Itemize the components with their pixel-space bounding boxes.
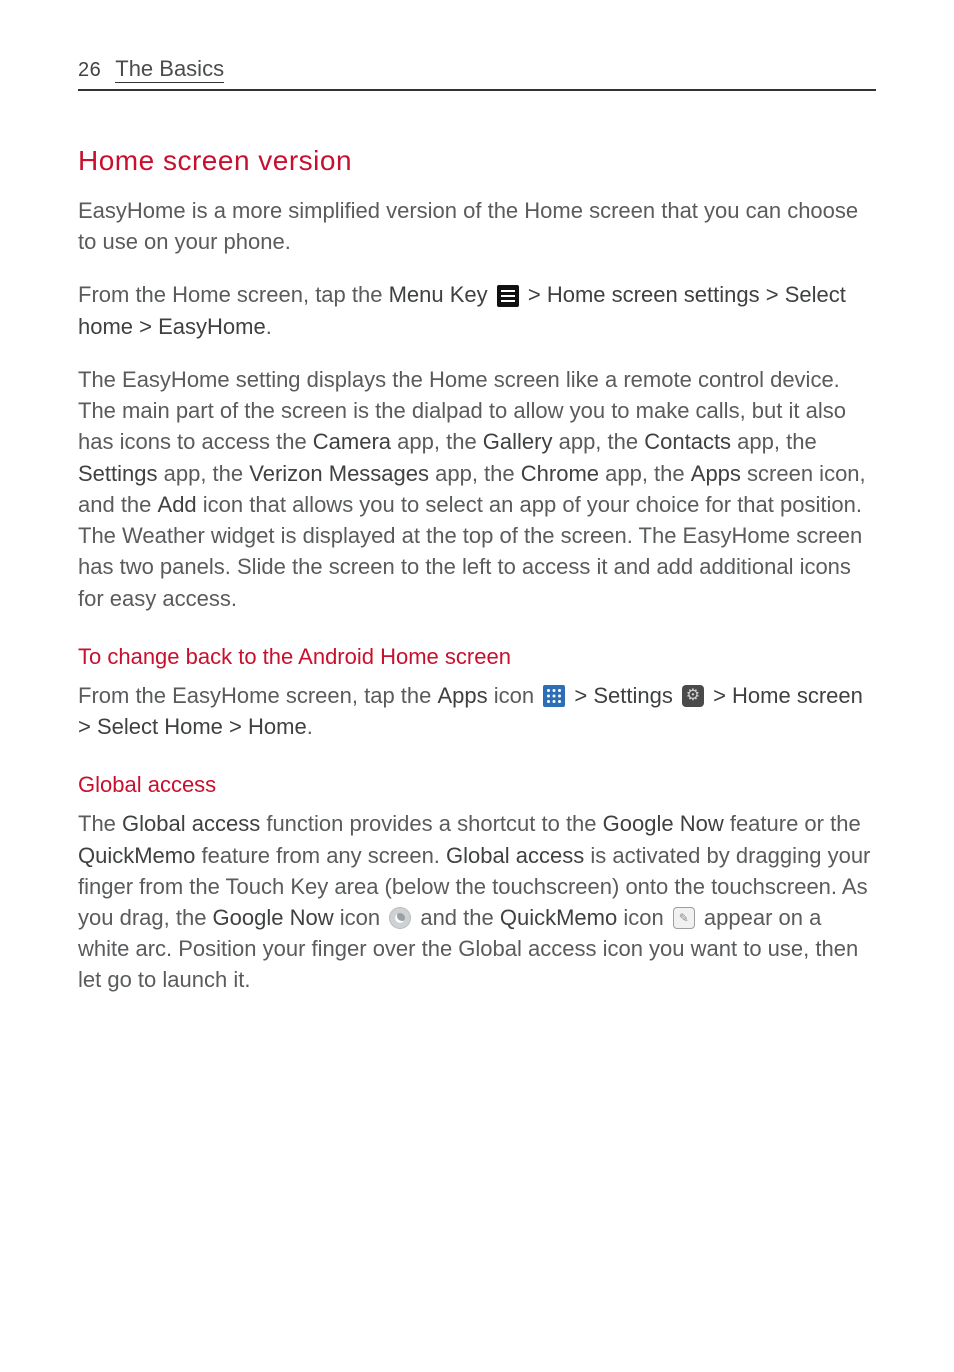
text: The bbox=[78, 811, 122, 836]
contacts-app-label: Contacts bbox=[644, 429, 731, 454]
settings-label: Settings bbox=[593, 683, 673, 708]
page-number: 26 bbox=[78, 59, 101, 82]
paragraph-navigation-to-easyhome: From the Home screen, tap the Menu Key >… bbox=[78, 279, 876, 341]
quickmemo-icon bbox=[673, 907, 695, 929]
text: function provides a shortcut to the bbox=[260, 811, 602, 836]
text: > bbox=[568, 683, 593, 708]
gallery-app-label: Gallery bbox=[483, 429, 553, 454]
apps-icon bbox=[543, 685, 565, 707]
text: > bbox=[707, 683, 732, 708]
text: From the EasyHome screen, tap the bbox=[78, 683, 438, 708]
settings-icon bbox=[682, 685, 704, 707]
global-access-label: Global access bbox=[122, 811, 260, 836]
google-now-icon bbox=[389, 907, 411, 929]
text: app, the bbox=[158, 461, 250, 486]
apps-label: Apps bbox=[438, 683, 488, 708]
heading-change-back-android: To change back to the Android Home scree… bbox=[78, 644, 876, 670]
global-access-label: Global access bbox=[446, 843, 584, 868]
home-label: Home bbox=[248, 714, 307, 739]
home-screen-settings-label: Home screen settings bbox=[547, 282, 760, 307]
text: app, the bbox=[429, 461, 521, 486]
text: . bbox=[307, 714, 313, 739]
camera-app-label: Camera bbox=[313, 429, 391, 454]
apps-screen-label: Apps bbox=[691, 461, 741, 486]
text: feature or the bbox=[724, 811, 861, 836]
text: > bbox=[522, 282, 547, 307]
paragraph-easyhome-description: The EasyHome setting displays the Home s… bbox=[78, 364, 876, 614]
text: feature from any screen. bbox=[195, 843, 446, 868]
quickmemo-label: QuickMemo bbox=[78, 843, 195, 868]
chrome-app-label: Chrome bbox=[521, 461, 599, 486]
home-screen-label: Home screen bbox=[732, 683, 863, 708]
text: > bbox=[223, 714, 248, 739]
text: icon bbox=[617, 905, 670, 930]
text: app, the bbox=[731, 429, 817, 454]
google-now-label: Google Now bbox=[213, 905, 334, 930]
paragraph-easyhome-intro: EasyHome is a more simplified version of… bbox=[78, 195, 876, 257]
menu-key-icon bbox=[497, 285, 519, 307]
text: > bbox=[760, 282, 785, 307]
text: app, the bbox=[599, 461, 691, 486]
menu-key-label: Menu Key bbox=[389, 282, 488, 307]
select-home-label: Select Home bbox=[97, 714, 223, 739]
text: > bbox=[78, 714, 97, 739]
paragraph-global-access: The Global access function provides a sh… bbox=[78, 808, 876, 995]
text: app, the bbox=[391, 429, 483, 454]
easyhome-label: EasyHome bbox=[158, 314, 266, 339]
verizon-messages-app-label: Verizon Messages bbox=[249, 461, 429, 486]
text: From the Home screen, tap the bbox=[78, 282, 389, 307]
settings-app-label: Settings bbox=[78, 461, 158, 486]
page-section-title: The Basics bbox=[115, 56, 224, 83]
add-icon-label: Add bbox=[158, 492, 197, 517]
text: app, the bbox=[552, 429, 644, 454]
page-header: 26 The Basics bbox=[78, 56, 876, 91]
text: > bbox=[133, 314, 158, 339]
paragraph-navigation-to-home: From the EasyHome screen, tap the Apps i… bbox=[78, 680, 876, 742]
text: icon bbox=[488, 683, 541, 708]
quickmemo-label: QuickMemo bbox=[500, 905, 617, 930]
heading-global-access: Global access bbox=[78, 772, 876, 798]
text: icon bbox=[334, 905, 387, 930]
text: . bbox=[266, 314, 272, 339]
text: and the bbox=[414, 905, 500, 930]
google-now-label: Google Now bbox=[603, 811, 724, 836]
heading-home-screen-version: Home screen version bbox=[78, 145, 876, 177]
